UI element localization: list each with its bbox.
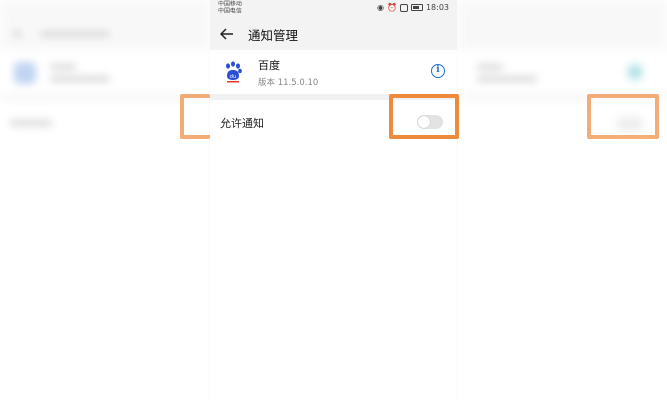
- page-title: 通知管理: [248, 27, 299, 43]
- clock-time: 18:03: [425, 3, 449, 12]
- app-name: 百度: [258, 58, 280, 72]
- highlight-box-right: [587, 94, 659, 139]
- app-version: 版本 11.5.0.10: [258, 77, 319, 88]
- eye-icon: ◉: [376, 3, 384, 12]
- allow-notifications-label: 允许通知: [220, 117, 264, 130]
- carrier-info: 中国移动 中国电信: [218, 1, 246, 15]
- highlight-box-main: [389, 94, 459, 139]
- blurred-background-right: [457, 0, 667, 400]
- phone-screen: 中国移动 中国电信 ◉ ⏰ 18:03 通知管理 du 百度 版本 11.5.0…: [210, 0, 457, 400]
- svg-text:du: du: [230, 74, 237, 80]
- carrier-1: 中国移动: [218, 0, 242, 7]
- alarm-icon: ⏰: [386, 3, 397, 12]
- status-bar: 中国移动 中国电信 ◉ ⏰ 18:03: [210, 0, 457, 18]
- app-info-row: du 百度 版本 11.5.0.10 i: [210, 50, 457, 94]
- blurred-background-left: [0, 0, 210, 400]
- vibrate-icon: [399, 3, 408, 12]
- battery-icon: [410, 4, 423, 11]
- highlight-box-left: [180, 94, 210, 139]
- info-icon[interactable]: i: [431, 64, 445, 78]
- title-bar: 通知管理: [210, 18, 457, 50]
- status-icons: ◉ ⏰ 18:03: [377, 3, 449, 12]
- baidu-paw-icon: du: [222, 61, 244, 83]
- carrier-2: 中国电信: [218, 7, 242, 14]
- back-arrow-icon[interactable]: [219, 25, 240, 44]
